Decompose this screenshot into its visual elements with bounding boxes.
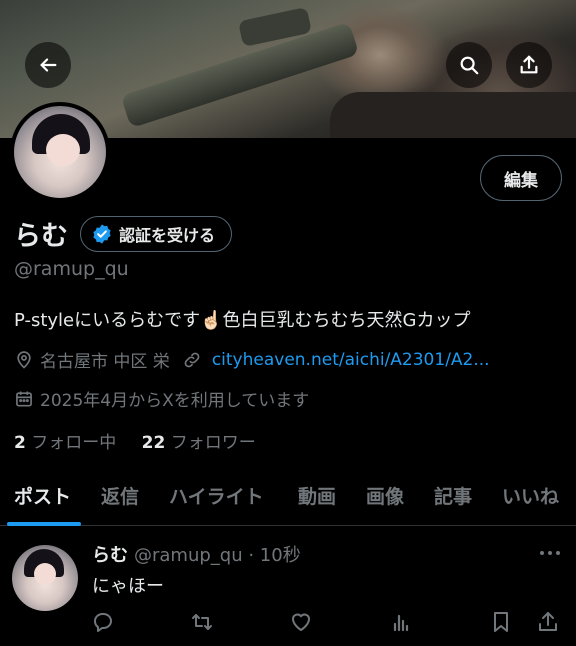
- views-button[interactable]: [389, 610, 415, 636]
- location-pin-icon: [17, 350, 31, 369]
- joined-text: 2025年4月からXを利用しています: [40, 391, 310, 411]
- bookmark-button[interactable]: [489, 610, 515, 636]
- post-author-name[interactable]: らむ: [92, 545, 128, 566]
- post-avatar-face-shape: [34, 563, 56, 585]
- following-label: フォロー中: [31, 433, 117, 453]
- back-arrow-icon: [40, 58, 57, 72]
- location-text: 名古屋市 中区 栄: [40, 352, 170, 372]
- calendar-icon: [16, 391, 32, 406]
- profile-handle: @ramup_qu: [14, 258, 129, 280]
- post-share-button[interactable]: [536, 610, 562, 636]
- get-verified-button[interactable]: 認証を受ける: [80, 215, 233, 252]
- joined-row: 2025年4月からXを利用しています: [14, 386, 309, 411]
- share-icon: [539, 612, 557, 631]
- verified-badge-icon: [93, 223, 111, 244]
- profile-avatar[interactable]: [10, 102, 110, 202]
- reply-icon: [94, 613, 112, 632]
- post-meta: @ramup_qu · 10秒: [134, 545, 301, 566]
- post-text: にゃほー: [92, 576, 164, 597]
- display-name: らむ: [14, 221, 68, 252]
- search-icon: [460, 56, 479, 75]
- tab-articles[interactable]: 記事: [434, 482, 472, 509]
- tab-replies[interactable]: 返信: [101, 482, 139, 509]
- share-button[interactable]: [506, 42, 552, 88]
- following-link[interactable]: 2 フォロー中: [14, 433, 116, 453]
- name-row: らむ 認証を受ける: [14, 214, 233, 253]
- repost-button[interactable]: [190, 610, 216, 636]
- follow-stats: 2 フォロー中 22 フォロワー: [14, 428, 256, 453]
- bookmark-icon: [494, 612, 508, 632]
- heart-icon: [292, 613, 310, 631]
- active-tab-indicator: [7, 522, 81, 526]
- back-button[interactable]: [25, 42, 71, 88]
- repost-icon: [192, 614, 212, 630]
- link-icon: [184, 352, 200, 367]
- banner-coat-shape: [330, 92, 576, 138]
- followers-link[interactable]: 22 フォロワー: [142, 433, 256, 453]
- post-avatar[interactable]: [12, 545, 78, 611]
- tab-highlights[interactable]: ハイライト: [169, 482, 264, 509]
- profile-bio: P-styleにいるらむです☝🏻色白巨乳むちむち天然Gカップ: [14, 310, 471, 331]
- reply-button[interactable]: [91, 610, 117, 636]
- get-verified-label: 認証を受ける: [119, 225, 216, 245]
- profile-tabs: ポスト 返信 ハイライト 動画 画像 記事 いいね: [0, 472, 576, 526]
- profile-website-link[interactable]: cityheaven.net/aichi/A2301/A2...: [212, 350, 490, 370]
- followers-count: 22: [141, 433, 166, 453]
- post-item[interactable]: らむ @ramup_qu · 10秒 にゃほー: [0, 527, 576, 646]
- search-button[interactable]: [446, 42, 492, 88]
- banner-rifle-shape: [120, 21, 360, 129]
- analytics-icon: [393, 614, 409, 632]
- more-options-icon[interactable]: [536, 545, 564, 561]
- edit-profile-button[interactable]: 編集: [480, 155, 562, 201]
- tab-posts[interactable]: ポスト: [14, 482, 71, 509]
- location-row: 名古屋市 中区 栄 cityheaven.net/aichi/A2301/A2.…: [14, 347, 490, 372]
- following-count: 2: [14, 433, 26, 453]
- tab-videos[interactable]: 動画: [298, 482, 336, 509]
- tab-media[interactable]: 画像: [366, 482, 404, 509]
- post-header: らむ @ramup_qu · 10秒: [92, 541, 301, 567]
- tab-likes[interactable]: いいね: [502, 482, 559, 509]
- like-button[interactable]: [289, 610, 315, 636]
- share-icon: [520, 55, 538, 74]
- followers-label: フォロワー: [170, 433, 256, 453]
- avatar-face-shape: [46, 134, 80, 166]
